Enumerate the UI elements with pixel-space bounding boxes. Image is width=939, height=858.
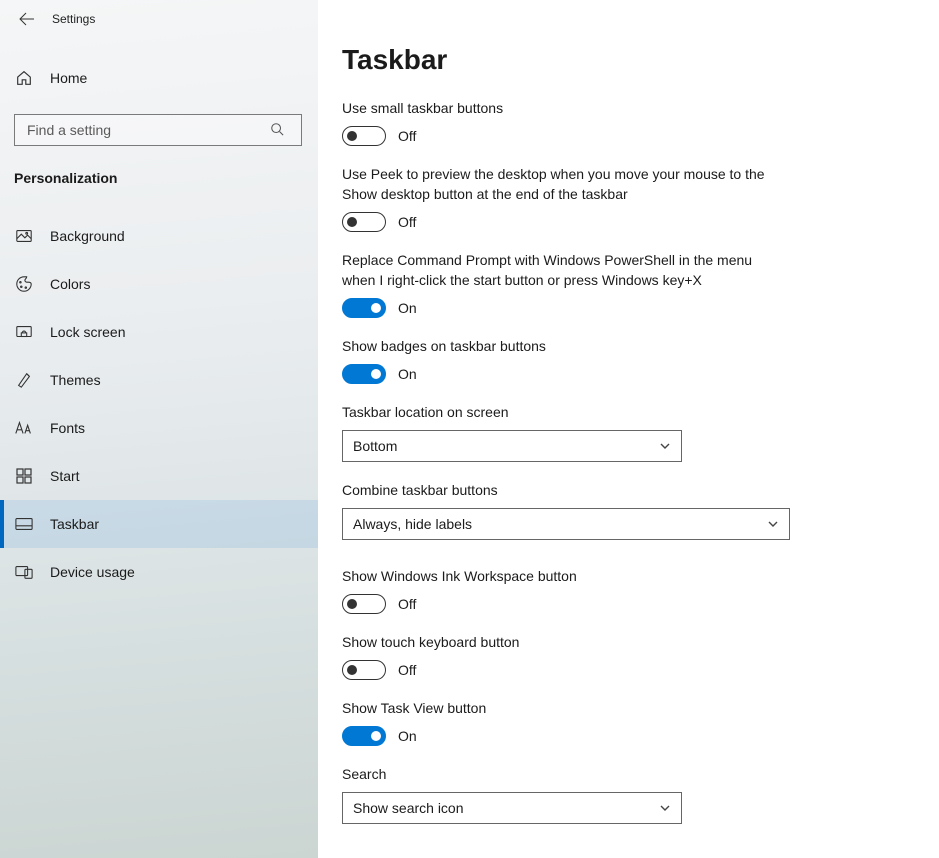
select-location[interactable]: Bottom (342, 430, 682, 462)
home-label: Home (50, 70, 87, 86)
chevron-down-icon (767, 518, 779, 530)
sidebar-item-device-usage[interactable]: Device usage (0, 548, 318, 596)
toggle-state: Off (398, 596, 416, 612)
setting-peek: Use Peek to preview the desktop when you… (342, 164, 782, 232)
sidebar-item-label: Taskbar (50, 516, 99, 532)
setting-badges: Show badges on taskbar buttons On (342, 336, 782, 384)
setting-powershell: Replace Command Prompt with Windows Powe… (342, 250, 782, 318)
setting-search: Search Show search icon (342, 764, 782, 824)
toggle-small-buttons[interactable] (342, 126, 386, 146)
taskbar-icon (14, 515, 34, 533)
toggle-ink[interactable] (342, 594, 386, 614)
setting-label: Use small taskbar buttons (342, 98, 782, 118)
select-value: Always, hide labels (353, 516, 472, 532)
sidebar-item-label: Start (50, 468, 80, 484)
sidebar-item-label: Fonts (50, 420, 85, 436)
sidebar: Settings Home Personalization (0, 0, 318, 858)
setting-location: Taskbar location on screen Bottom (342, 402, 782, 462)
setting-ink: Show Windows Ink Workspace button Off (342, 566, 782, 614)
palette-icon (14, 275, 34, 293)
setting-label: Search (342, 764, 782, 784)
setting-task-view: Show Task View button On (342, 698, 782, 746)
sidebar-item-lock-screen[interactable]: Lock screen (0, 308, 318, 356)
fonts-icon (14, 419, 34, 437)
back-button[interactable] (6, 3, 48, 35)
sidebar-item-label: Device usage (50, 564, 135, 580)
setting-label: Show Windows Ink Workspace button (342, 566, 782, 586)
toggle-touch-keyboard[interactable] (342, 660, 386, 680)
select-value: Bottom (353, 438, 397, 454)
page-title: Taskbar (342, 44, 915, 76)
setting-label: Show touch keyboard button (342, 632, 782, 652)
app-title: Settings (52, 12, 95, 26)
chevron-down-icon (659, 440, 671, 452)
setting-label: Taskbar location on screen (342, 402, 782, 422)
sidebar-item-themes[interactable]: Themes (0, 356, 318, 404)
setting-label: Replace Command Prompt with Windows Powe… (342, 250, 782, 290)
nav-list: Background Colors Lock screen (0, 212, 318, 596)
sidebar-item-background[interactable]: Background (0, 212, 318, 260)
setting-label: Combine taskbar buttons (342, 480, 802, 500)
home-icon (14, 69, 34, 87)
themes-icon (14, 371, 34, 389)
toggle-state: On (398, 300, 417, 316)
select-search[interactable]: Show search icon (342, 792, 682, 824)
toggle-state: On (398, 366, 417, 382)
main-pane: Taskbar Use small taskbar buttons Off Us… (318, 0, 939, 858)
toggle-task-view[interactable] (342, 726, 386, 746)
settings-window: Settings Home Personalization (0, 0, 939, 858)
sidebar-item-label: Colors (50, 276, 90, 292)
back-arrow-icon (19, 11, 35, 27)
search-wrap (14, 114, 302, 146)
sidebar-item-start[interactable]: Start (0, 452, 318, 500)
home-nav[interactable]: Home (0, 56, 318, 100)
setting-label: Show badges on taskbar buttons (342, 336, 782, 356)
toggle-state: Off (398, 128, 416, 144)
setting-label: Use Peek to preview the desktop when you… (342, 164, 782, 204)
setting-small-buttons: Use small taskbar buttons Off (342, 98, 782, 146)
sidebar-item-label: Background (50, 228, 125, 244)
toggle-state: On (398, 728, 417, 744)
select-value: Show search icon (353, 800, 464, 816)
titlebar: Settings (0, 0, 318, 38)
chevron-down-icon (659, 802, 671, 814)
setting-touch-keyboard: Show touch keyboard button Off (342, 632, 782, 680)
device-usage-icon (14, 563, 34, 581)
toggle-state: Off (398, 662, 416, 678)
toggle-peek[interactable] (342, 212, 386, 232)
sidebar-item-taskbar[interactable]: Taskbar (0, 500, 318, 548)
select-combine[interactable]: Always, hide labels (342, 508, 790, 540)
setting-label: Show Task View button (342, 698, 782, 718)
toggle-state: Off (398, 214, 416, 230)
sidebar-item-colors[interactable]: Colors (0, 260, 318, 308)
start-icon (14, 467, 34, 485)
setting-combine: Combine taskbar buttons Always, hide lab… (342, 480, 802, 540)
picture-icon (14, 227, 34, 245)
sidebar-item-label: Lock screen (50, 324, 125, 340)
toggle-badges[interactable] (342, 364, 386, 384)
sidebar-item-fonts[interactable]: Fonts (0, 404, 318, 452)
sidebar-item-label: Themes (50, 372, 101, 388)
lock-screen-icon (14, 323, 34, 341)
search-input[interactable] (14, 114, 302, 146)
section-heading: Personalization (0, 146, 318, 186)
toggle-powershell[interactable] (342, 298, 386, 318)
